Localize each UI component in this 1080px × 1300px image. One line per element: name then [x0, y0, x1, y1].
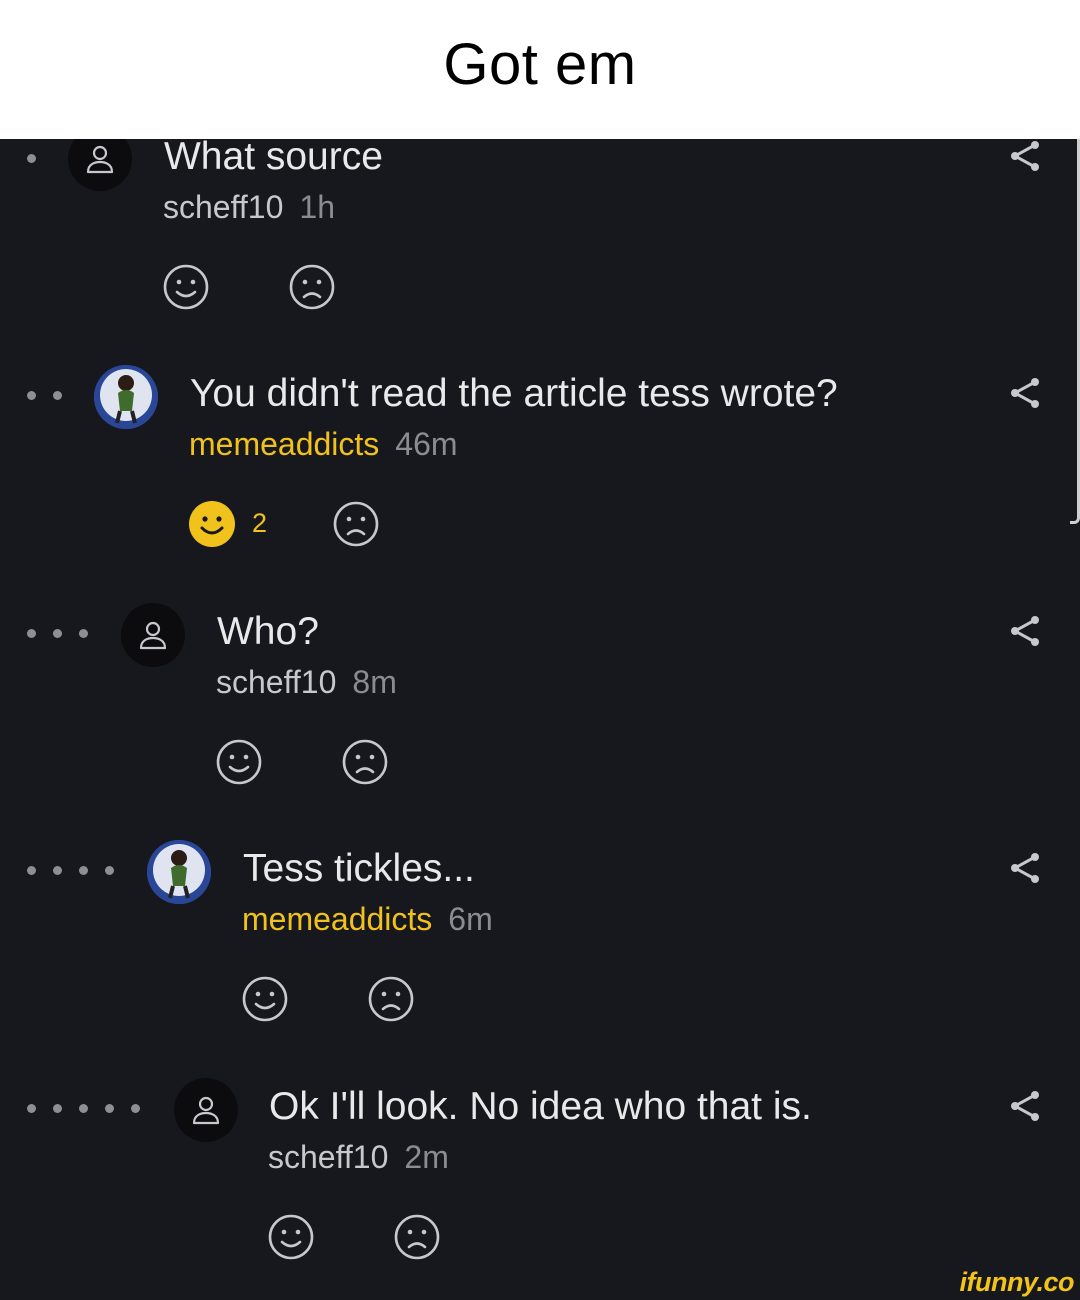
frown-icon[interactable]: [393, 1213, 441, 1261]
comment-item: Ok I'll look. No idea who that is. schef…: [0, 1035, 1080, 1272]
timestamp: 8m: [352, 664, 397, 700]
avatar[interactable]: [147, 840, 211, 904]
comment-text: Ok I'll look. No idea who that is.: [269, 1085, 812, 1128]
timestamp: 6m: [448, 901, 493, 937]
comment-item: Tess tickles... memeaddicts 6m: [0, 797, 1080, 1034]
username-link[interactable]: scheff10: [163, 189, 283, 225]
profile-picture: [147, 840, 211, 904]
person-icon: [86, 145, 114, 174]
frown-icon[interactable]: [332, 500, 380, 548]
username-link[interactable]: scheff10: [268, 1139, 388, 1175]
smile-icon[interactable]: [215, 738, 263, 786]
comment-text: You didn't read the article tess wrote?: [190, 372, 838, 415]
avatar[interactable]: [94, 365, 158, 429]
person-icon: [192, 1096, 220, 1125]
timestamp: 1h: [299, 189, 335, 225]
comment-meta: scheff10 8m: [216, 664, 397, 701]
comment-meta: scheff10 2m: [268, 1139, 449, 1176]
comment-item: What source scheff10 1h: [0, 139, 1080, 322]
profile-picture: [94, 365, 158, 429]
smile-icon[interactable]: [162, 263, 210, 311]
comment-text: What source: [164, 139, 383, 178]
timestamp: 46m: [395, 426, 458, 462]
thread-depth-dots: [27, 860, 114, 880]
avatar[interactable]: [121, 603, 185, 667]
like-count: 2: [252, 508, 268, 538]
share-icon[interactable]: [1008, 1089, 1042, 1123]
comment-thread[interactable]: What source scheff10 1h You didn't read t…: [0, 139, 1080, 1300]
username-link[interactable]: scheff10: [216, 664, 336, 700]
username-link[interactable]: memeaddicts: [189, 426, 379, 462]
thread-depth-dots: [27, 623, 88, 643]
comment-meta: memeaddicts 46m: [189, 426, 458, 463]
thread-depth-dots: [27, 148, 36, 168]
username-link[interactable]: memeaddicts: [242, 901, 432, 937]
thread-depth-dots: [27, 1098, 140, 1118]
share-icon[interactable]: [1008, 139, 1042, 173]
frown-icon[interactable]: [288, 263, 336, 311]
avatar[interactable]: [68, 139, 132, 191]
meme-caption: Got em: [0, 0, 1080, 139]
comment-meta: scheff10 1h: [163, 189, 335, 226]
frown-icon[interactable]: [341, 738, 389, 786]
comment-item: Who? scheff10 8m: [0, 560, 1080, 797]
comment-meta: memeaddicts 6m: [242, 901, 493, 938]
share-icon[interactable]: [1008, 614, 1042, 648]
share-icon[interactable]: [1008, 851, 1042, 885]
comment-text: Tess tickles...: [243, 847, 475, 890]
comment-text: Who?: [217, 610, 319, 653]
frown-icon[interactable]: [367, 975, 415, 1023]
comment-item: You didn't read the article tess wrote? …: [0, 322, 1080, 559]
avatar[interactable]: [174, 1078, 238, 1142]
smile-icon[interactable]: [241, 975, 289, 1023]
person-icon: [139, 621, 167, 650]
thread-depth-dots: [27, 385, 62, 405]
share-icon[interactable]: [1008, 376, 1042, 410]
smile-icon[interactable]: [267, 1213, 315, 1261]
smile-icon-active[interactable]: [188, 500, 236, 548]
caption-text: Got em: [443, 32, 637, 97]
ifunny-watermark: ifunny.co: [959, 1267, 1075, 1297]
timestamp: 2m: [404, 1139, 449, 1175]
